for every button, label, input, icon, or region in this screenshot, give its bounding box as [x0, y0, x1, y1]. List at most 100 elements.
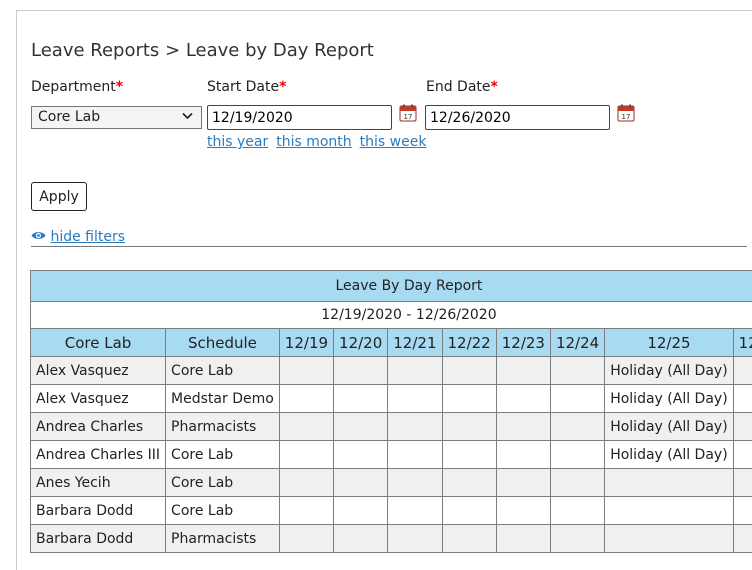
employee-cell: Andrea Charles: [31, 413, 166, 441]
schedule-cell: Core Lab: [166, 469, 280, 497]
required-marker: *: [491, 79, 498, 95]
day-cell: [442, 413, 496, 441]
day-cell: [442, 357, 496, 385]
day-cell: [388, 525, 442, 553]
day-cell: [279, 469, 333, 497]
day-cell: [442, 497, 496, 525]
day-cell: [388, 497, 442, 525]
day-cell: [334, 385, 388, 413]
department-label: Department*: [31, 79, 123, 95]
day-cell: [388, 441, 442, 469]
column-header: Schedule: [166, 329, 280, 357]
day-cell: [496, 497, 550, 525]
day-cell: [388, 469, 442, 497]
schedule-cell: Core Lab: [166, 441, 280, 469]
day-cell: [550, 497, 604, 525]
day-cell: [279, 525, 333, 553]
schedule-cell: Core Lab: [166, 497, 280, 525]
column-header: 12/21: [388, 329, 442, 357]
this-week-link[interactable]: this week: [360, 134, 427, 150]
table-row: Anes YecihCore Lab: [31, 469, 752, 497]
svg-text:17: 17: [404, 113, 413, 121]
day-cell: [388, 385, 442, 413]
column-header: 12/23: [496, 329, 550, 357]
schedule-cell: Core Lab: [166, 357, 280, 385]
department-select[interactable]: Core Lab: [31, 106, 202, 129]
day-cell: [733, 441, 752, 469]
day-cell: Holiday (All Day): [605, 441, 733, 469]
schedule-cell: Medstar Demo: [166, 385, 280, 413]
day-cell: [733, 385, 752, 413]
day-cell: [442, 469, 496, 497]
schedule-cell: Pharmacists: [166, 413, 280, 441]
employee-cell: Alex Vasquez: [31, 357, 166, 385]
start-date-label: Start Date*: [207, 79, 286, 95]
column-header: 12/20: [334, 329, 388, 357]
day-cell: [550, 441, 604, 469]
required-marker: *: [116, 79, 123, 95]
table-row: Alex VasquezMedstar DemoHoliday (All Day…: [31, 385, 752, 413]
day-cell: [334, 497, 388, 525]
column-header: Core Lab: [31, 329, 166, 357]
day-cell: [334, 525, 388, 553]
day-cell: [550, 413, 604, 441]
employee-cell: Barbara Dodd: [31, 525, 166, 553]
day-cell: [496, 469, 550, 497]
day-cell: [388, 357, 442, 385]
day-cell: [279, 357, 333, 385]
day-cell: [605, 469, 733, 497]
chevron-down-icon: [182, 110, 193, 123]
day-cell: [334, 469, 388, 497]
day-cell: [334, 441, 388, 469]
day-cell: [550, 385, 604, 413]
day-cell: [733, 413, 752, 441]
report-date-range: 12/19/2020 - 12/26/2020: [31, 302, 752, 329]
page-title: Leave Reports > Leave by Day Report: [31, 40, 374, 61]
apply-button[interactable]: Apply: [31, 182, 87, 211]
day-cell: [550, 525, 604, 553]
eye-icon: [31, 229, 50, 245]
day-cell: [550, 469, 604, 497]
end-date-input[interactable]: [425, 105, 610, 130]
this-year-link[interactable]: this year: [207, 134, 268, 150]
schedule-cell: Pharmacists: [166, 525, 280, 553]
table-row: Andrea Charles IIICore LabHoliday (All D…: [31, 441, 752, 469]
calendar-icon[interactable]: 17: [617, 104, 635, 122]
column-header: 12/22: [442, 329, 496, 357]
column-header: 12/26: [733, 329, 752, 357]
day-cell: [733, 525, 752, 553]
column-header: 12/24: [550, 329, 604, 357]
table-row: Alex VasquezCore LabHoliday (All Day): [31, 357, 752, 385]
hide-filters-link[interactable]: hide filters: [31, 229, 125, 245]
employee-cell: Anes Yecih: [31, 469, 166, 497]
day-cell: [733, 357, 752, 385]
start-date-input[interactable]: [207, 105, 392, 130]
day-cell: [388, 413, 442, 441]
table-row: Barbara DoddPharmacists: [31, 525, 752, 553]
day-cell: Holiday (All Day): [605, 413, 733, 441]
filters-divider: [31, 246, 747, 247]
table-row: Barbara DoddCore Lab: [31, 497, 752, 525]
day-cell: [733, 497, 752, 525]
column-header: 12/19: [279, 329, 333, 357]
day-cell: [496, 357, 550, 385]
day-cell: [442, 441, 496, 469]
svg-text:17: 17: [622, 113, 631, 121]
day-cell: [279, 385, 333, 413]
day-cell: [279, 497, 333, 525]
day-cell: [496, 413, 550, 441]
day-cell: [334, 357, 388, 385]
day-cell: [550, 357, 604, 385]
day-cell: [496, 525, 550, 553]
leave-report-table: Leave By Day Report 12/19/2020 - 12/26/2…: [30, 270, 752, 553]
this-month-link[interactable]: this month: [276, 134, 351, 150]
day-cell: [442, 525, 496, 553]
employee-cell: Barbara Dodd: [31, 497, 166, 525]
quick-range-links: this year this month this week: [207, 134, 434, 150]
hide-filters-label: hide filters: [50, 229, 125, 245]
column-header-row: Core Lab Schedule 12/19 12/20 12/21 12/2…: [31, 329, 752, 357]
calendar-icon[interactable]: 17: [399, 104, 417, 122]
day-cell: [334, 413, 388, 441]
day-cell: [279, 413, 333, 441]
day-cell: [496, 385, 550, 413]
